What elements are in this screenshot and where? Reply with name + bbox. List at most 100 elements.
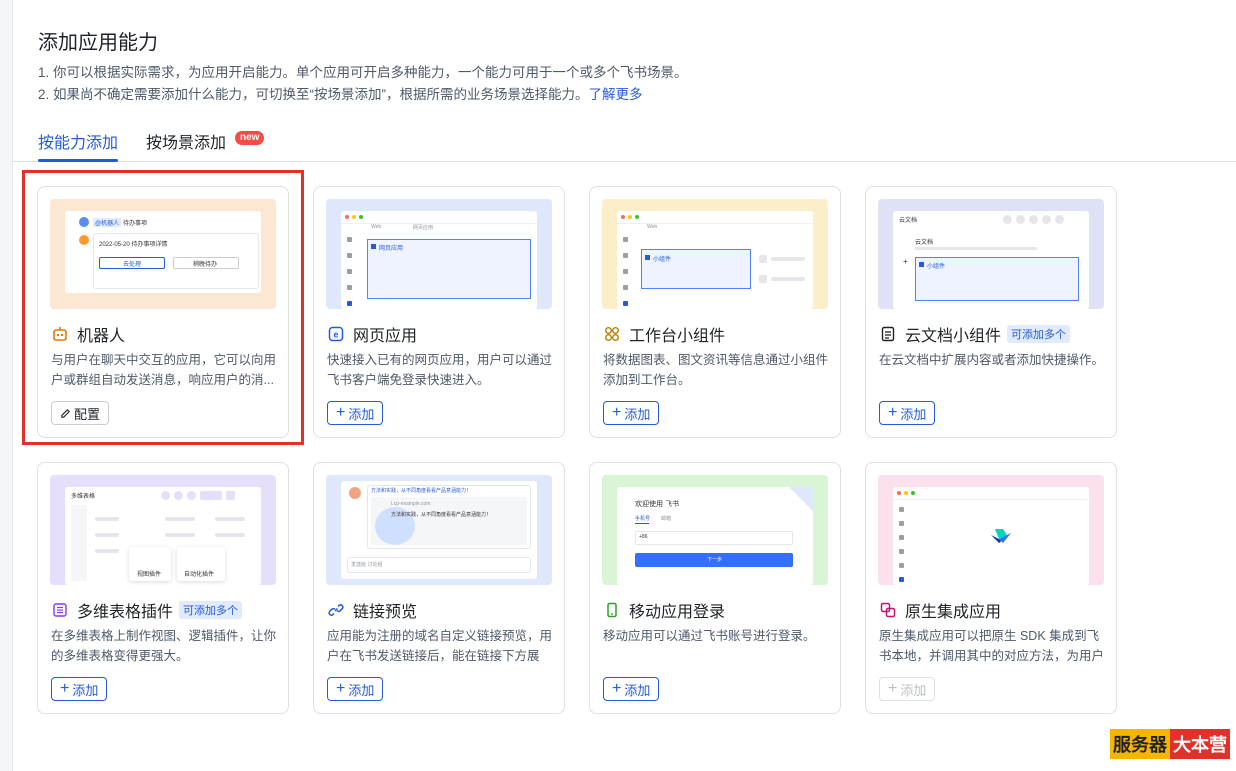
card-description: 移动应用可以通过飞书账号进行登录。 bbox=[603, 629, 816, 643]
card-description: 在云文档中扩展内容或者添加快捷操作。 bbox=[879, 353, 1105, 367]
preview-text: +86 bbox=[639, 534, 648, 540]
preview-text: 手机号 bbox=[635, 516, 651, 522]
preview-text: 待办事项 bbox=[123, 221, 148, 227]
preview-text: 稍晚待办 bbox=[193, 262, 218, 268]
preview-text: 2022-05-20 待办事项详情 bbox=[99, 242, 168, 248]
card-title-row: e 网页应用 bbox=[327, 323, 417, 345]
preview-text: 小组件 bbox=[653, 257, 672, 263]
robot-preview-image: @机器人 待办事项 2022-05-20 待办事项详情 去处理 稍晚待办 bbox=[50, 199, 276, 309]
preview-text: 方法和实践，从不同角度看看产品意涵能力！ bbox=[391, 512, 492, 518]
preview-text: Lcp-example.com bbox=[391, 501, 431, 507]
description-line-2: 2. 如果尚不确定需要添加什么能力，可切换至“按场景添加”，根据所需的业务场景选… bbox=[38, 87, 643, 102]
card-title: 网页应用 bbox=[353, 328, 418, 345]
bitable-icon bbox=[51, 601, 69, 619]
card-title-row: 机器人 bbox=[51, 323, 125, 345]
preview-text: 去处理 bbox=[123, 262, 142, 268]
robot-icon bbox=[51, 325, 69, 343]
native-app-preview-image bbox=[878, 475, 1104, 585]
plus-icon: + bbox=[336, 680, 346, 697]
doc-icon bbox=[879, 325, 897, 343]
multiple-allowed-badge: 可添加多个 bbox=[179, 601, 243, 619]
configure-button[interactable]: 配置 bbox=[51, 401, 110, 425]
button-label: 添加 bbox=[72, 682, 99, 698]
tab-by-capability[interactable]: 按能力添加 bbox=[38, 129, 118, 153]
mobile-login-preview-image: 欢迎使用 飞书 手机号 邮箱 +86 下一步 bbox=[602, 475, 828, 585]
card-bitable-plugin: 多维表格 视图插件 自动化插件 多维表格插件 可添加多个 在多维表格上制作视图、… bbox=[37, 462, 289, 714]
tab-bar: 按能力添加 按场景添加 new bbox=[13, 118, 1236, 162]
card-title: 云文档小组件 bbox=[905, 328, 1002, 345]
new-badge: new bbox=[235, 131, 265, 145]
web-e-icon: e bbox=[327, 325, 345, 343]
card-mobile-login: 欢迎使用 飞书 手机号 邮箱 +86 下一步 移动应用登录 移动应用可以通过飞书… bbox=[589, 462, 841, 714]
button-label: 添加 bbox=[348, 406, 375, 422]
preview-text: 视图插件 bbox=[137, 572, 162, 578]
page-title: 添加应用能力 bbox=[38, 32, 158, 54]
tab-by-scenario[interactable]: 按场景添加 bbox=[146, 129, 226, 153]
plus-icon: + bbox=[60, 680, 70, 697]
card-description: 与用户在聊天中交互的应用，它可以向用户或群组自动发送消息，响应用户的消... bbox=[51, 353, 277, 387]
description-line-1: 1. 你可以根据实际需求，为应用开启能力。单个应用可开启多种能力，一个能力可用于… bbox=[38, 65, 688, 80]
plus-icon: + bbox=[612, 404, 622, 421]
plus-icon: + bbox=[888, 680, 898, 697]
preview-text: Web bbox=[647, 224, 658, 230]
card-title: 工作台小组件 bbox=[629, 328, 726, 345]
card-title: 多维表格插件 bbox=[77, 604, 174, 621]
plus-icon: + bbox=[336, 404, 346, 421]
preview-text: 自动化插件 bbox=[184, 572, 215, 578]
preview-text: 欢迎使用 飞书 bbox=[635, 501, 679, 508]
card-description: 快速接入已有的网页应用，用户可以通过飞书客户端免登录快速进入。 bbox=[327, 353, 553, 387]
preview-text: 下一步 bbox=[707, 557, 723, 563]
card-description: 原生集成应用可以把原生 SDK 集成到飞书本地，并调用其中的对应方法，为用户提.… bbox=[879, 629, 1105, 663]
card-description: 在多维表格上制作视图、逻辑插件，让你的多维表格变得更强大。 bbox=[51, 629, 277, 663]
card-link-preview: 方法和实践，从不同角度看看产品意涵能力！ Lcp-example.com 方法和… bbox=[313, 462, 565, 714]
preview-text: 方法和实践，从不同角度看看产品意涵能力！ bbox=[371, 488, 472, 494]
feishu-logo-icon bbox=[989, 527, 1013, 552]
add-button[interactable]: + 添加 bbox=[327, 401, 384, 425]
card-title-row: 多维表格插件 可添加多个 bbox=[51, 599, 243, 621]
watermark-logo: 服务器 大本营 bbox=[1110, 729, 1230, 759]
card-title-row: 移动应用登录 bbox=[603, 599, 725, 621]
card-title: 机器人 bbox=[77, 328, 126, 345]
edit-icon bbox=[60, 408, 71, 419]
preview-text: 云文档 bbox=[899, 218, 918, 224]
add-button-disabled: + 添加 bbox=[879, 677, 936, 701]
card-title-row: 云文档小组件 可添加多个 bbox=[879, 323, 1071, 345]
card-title: 链接预览 bbox=[353, 604, 418, 621]
card-title-row: 原生集成应用 bbox=[879, 599, 1001, 621]
card-description: 将数据图表、图文资讯等信息通过小组件添加到工作台。 bbox=[603, 353, 829, 387]
add-button[interactable]: + 添加 bbox=[603, 401, 660, 425]
svg-text:e: e bbox=[333, 330, 338, 340]
card-title: 移动应用登录 bbox=[629, 604, 726, 621]
widget-preview-image: Web 小组件 bbox=[602, 199, 828, 309]
button-label: 配置 bbox=[74, 406, 101, 422]
preview-text: 网页应用 bbox=[413, 225, 434, 231]
add-button[interactable]: + 添加 bbox=[51, 677, 108, 701]
add-button[interactable]: + 添加 bbox=[879, 401, 936, 425]
preview-text: @机器人 bbox=[93, 218, 122, 227]
watermark-text: 大本营 bbox=[1170, 729, 1230, 759]
card-title-row: 工作台小组件 bbox=[603, 323, 725, 345]
card-description: 应用能为注册的域名自定义链接预览，用户在飞书发送链接后，能在链接下方展示... bbox=[327, 629, 553, 663]
link-preview-image: 方法和实践，从不同角度看看产品意涵能力！ Lcp-example.com 方法和… bbox=[326, 475, 552, 585]
add-button[interactable]: + 添加 bbox=[603, 677, 660, 701]
preview-text: 多维表格 bbox=[71, 494, 96, 500]
card-title-row: 链接预览 bbox=[327, 599, 417, 621]
preview-text: 网页应用 bbox=[379, 246, 404, 252]
multiple-allowed-badge: 可添加多个 bbox=[1007, 325, 1071, 343]
button-label: 添加 bbox=[900, 406, 927, 422]
widget-grid-icon bbox=[603, 325, 621, 343]
card-title: 原生集成应用 bbox=[905, 604, 1002, 621]
add-button[interactable]: + 添加 bbox=[327, 677, 384, 701]
link-icon bbox=[327, 601, 345, 619]
active-tab-underline bbox=[38, 159, 118, 162]
button-label: 添加 bbox=[624, 406, 651, 422]
learn-more-link[interactable]: 了解更多 bbox=[589, 87, 643, 102]
doc-widget-preview-image: 云文档 云文档 + 小组件 bbox=[878, 199, 1104, 309]
plus-icon: + bbox=[888, 404, 898, 421]
card-doc-widget: 云文档 云文档 + 小组件 云文档小组件 可添加多个 在云文档中扩展内容或者添加… bbox=[865, 186, 1117, 438]
watermark-text: 服务器 bbox=[1110, 729, 1170, 759]
button-label: 添加 bbox=[348, 682, 375, 698]
bitable-preview-image: 多维表格 视图插件 自动化插件 bbox=[50, 475, 276, 585]
preview-text: 发送给 讨论组 bbox=[351, 562, 383, 568]
preview-text: 邮箱 bbox=[661, 516, 672, 522]
